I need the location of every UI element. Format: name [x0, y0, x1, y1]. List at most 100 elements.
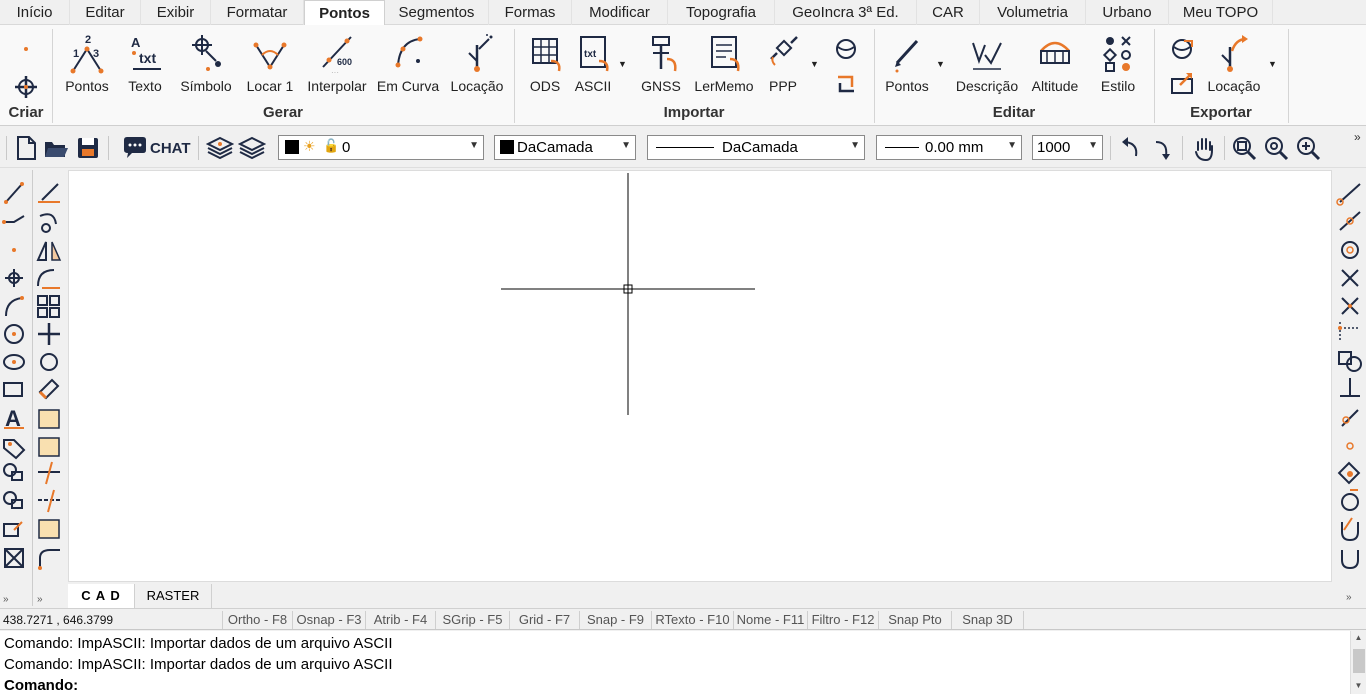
command-input[interactable]: Comando: [4, 677, 1344, 694]
svg-text:»: » [1346, 592, 1352, 603]
command-scrollbar[interactable]: ▲ ▼ [1350, 631, 1366, 694]
copy-rotate-icon [39, 213, 57, 233]
tab-pontos[interactable]: Pontos [304, 0, 385, 26]
layer-state-button[interactable] [237, 134, 267, 162]
tab-topografia[interactable]: Topografia [668, 0, 775, 25]
tab-exibir[interactable]: Exibir [141, 0, 211, 25]
locate-point-icon [253, 42, 287, 70]
linetype-select[interactable]: DaCamada ▼ [647, 135, 865, 160]
zoom-in-button[interactable] [1294, 134, 1322, 162]
color-select[interactable]: DaCamada ▼ [494, 135, 636, 160]
hatch-tool-icon [4, 548, 24, 568]
array-tool-icon [37, 295, 60, 318]
tab-car[interactable]: CAR [917, 0, 980, 25]
editar-altitude-button[interactable]: Altitude [1026, 27, 1084, 101]
importar-ppp-button[interactable]: PPP [762, 27, 804, 101]
interpolate-icon: 600 ··· [322, 36, 352, 77]
toggle-nome[interactable]: Nome - F11 [734, 611, 808, 629]
toggle-snap-pto[interactable]: Snap Pto [879, 611, 952, 629]
tab-inicio[interactable]: Início [0, 0, 70, 25]
layers-icon [205, 136, 235, 160]
toggle-filtro[interactable]: Filtro - F12 [808, 611, 879, 629]
importar-gnss-button[interactable]: GNSS [638, 27, 684, 101]
new-file-button[interactable] [12, 134, 40, 162]
toggle-osnap[interactable]: Osnap - F3 [293, 611, 366, 629]
tab-modificar[interactable]: Modificar [572, 0, 668, 25]
lock-icon: 🔓 [323, 138, 340, 153]
chat-button[interactable]: CHAT [120, 134, 192, 162]
cursor-coordinates: 438.7271 , 646.3799 [3, 613, 114, 627]
lineweight-select[interactable]: 0.00 mm ▼ [876, 135, 1022, 160]
ascii-dropdown-arrow[interactable]: ▼ [618, 59, 627, 69]
importar-lermemo-button[interactable]: LerMemo [690, 27, 758, 101]
tab-meu-topo[interactable]: Meu TOPO [1169, 0, 1273, 25]
tab-formas[interactable]: Formas [489, 0, 572, 25]
tab-volumetria[interactable]: Volumetria [980, 0, 1086, 25]
scroll-thumb[interactable] [1353, 649, 1365, 673]
tab-geoincra[interactable]: GeoIncra 3ª Ed. [775, 0, 917, 25]
editar-estilo-button[interactable]: Estilo [1094, 27, 1142, 101]
scroll-up-icon[interactable]: ▲ [1352, 633, 1365, 643]
export-file-icon [1171, 73, 1193, 94]
gerar-simbolo-button[interactable]: Símbolo [178, 27, 234, 101]
zoom-window-button[interactable] [1230, 134, 1258, 162]
zoom-extents-button[interactable] [1262, 134, 1290, 162]
command-line-panel: Comando: ImpASCII: Importar dados de um … [0, 631, 1366, 694]
chat-bubble-icon [124, 137, 146, 158]
toggle-grid[interactable]: Grid - F7 [510, 611, 580, 629]
editar-descricao-button[interactable]: Descrição [954, 27, 1020, 101]
gerar-locacao-button[interactable]: Locação [448, 27, 506, 101]
redo-button[interactable] [1148, 134, 1176, 162]
crosshair-cursor-icon [501, 173, 755, 415]
tab-segmentos[interactable]: Segmentos [385, 0, 489, 25]
toggle-rtexto[interactable]: RTexto - F10 [652, 611, 734, 629]
toggle-atrib[interactable]: Atrib - F4 [366, 611, 436, 629]
drawing-canvas[interactable] [68, 170, 1332, 582]
arc-tool-icon [5, 296, 24, 317]
layer-select[interactable]: ☀ 🔓 0 ▼ [278, 135, 484, 160]
doc-tab-raster[interactable]: RASTER [134, 584, 212, 608]
exportar-locacao-button[interactable]: Locação [1204, 27, 1264, 101]
gerar-em-curva-button[interactable]: Em Curva [374, 27, 442, 101]
editar-pontos-dropdown-arrow[interactable]: ▼ [936, 59, 945, 69]
style-icon [1102, 36, 1131, 72]
export-file-button[interactable] [1166, 69, 1198, 97]
gerar-pontos-button[interactable]: 2 1 3 Pontos [62, 27, 112, 101]
scale-select[interactable]: 1000 ▼ [1032, 135, 1103, 160]
importar-ods-button[interactable]: ODS [524, 27, 566, 101]
pan-button[interactable] [1190, 134, 1218, 162]
rotate-tool-icon [40, 353, 58, 371]
tab-urbano[interactable]: Urbano [1086, 0, 1169, 25]
layers-button[interactable] [205, 134, 235, 162]
undo-button[interactable] [1116, 134, 1144, 162]
open-file-button[interactable] [42, 134, 70, 162]
new-file-icon [17, 136, 36, 160]
import-export-button[interactable] [830, 69, 862, 97]
note-tool-icon [38, 519, 60, 539]
tab-editar[interactable]: Editar [70, 0, 141, 25]
save-file-button[interactable] [74, 134, 102, 162]
toggle-snap-3d[interactable]: Snap 3D [952, 611, 1024, 629]
import-map-button[interactable] [830, 35, 862, 63]
scroll-down-icon[interactable]: ▼ [1352, 681, 1365, 691]
export-block-icon [3, 521, 23, 537]
doc-tab-cad[interactable]: C A D [68, 584, 134, 608]
tab-formatar[interactable]: Formatar [211, 0, 304, 25]
ppp-dropdown-arrow[interactable]: ▼ [810, 59, 819, 69]
gerar-interpolar-button[interactable]: 600 ··· Interpolar [304, 27, 370, 101]
extend-tool-icon [38, 461, 60, 485]
polyline-tool-icon [2, 215, 25, 224]
create-point-button[interactable] [6, 27, 46, 101]
toolbar-overflow-icon[interactable]: » [1354, 130, 1361, 144]
editar-pontos-button[interactable]: Pontos [882, 27, 932, 101]
importar-ascii-button[interactable]: txt ASCII [570, 27, 616, 101]
erase-tool-icon [38, 183, 60, 203]
gerar-locar1-button[interactable]: Locar 1 [242, 27, 298, 101]
exportar-dropdown-arrow[interactable]: ▼ [1268, 59, 1277, 69]
toggle-ortho[interactable]: Ortho - F8 [222, 611, 293, 629]
toggle-sgrip[interactable]: SGrip - F5 [436, 611, 510, 629]
gerar-texto-button[interactable]: A txt Texto [120, 27, 170, 101]
export-map-button[interactable] [1166, 35, 1198, 63]
move-tool-icon [38, 323, 60, 345]
toggle-snap[interactable]: Snap - F9 [580, 611, 652, 629]
